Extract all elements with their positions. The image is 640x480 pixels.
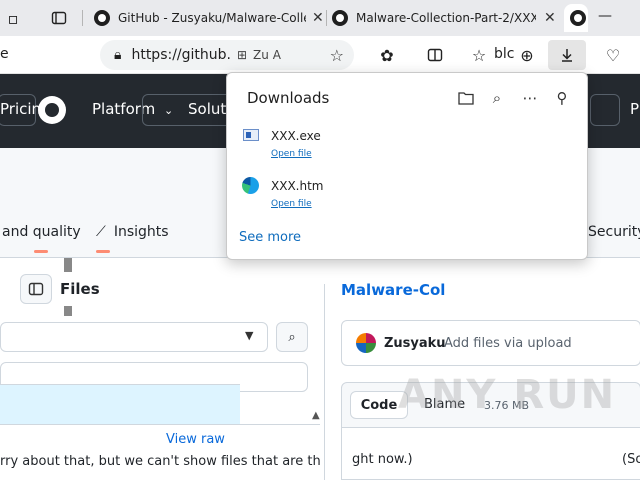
tab-actions-icon[interactable]: ▫ [2, 7, 24, 29]
repo-breadcrumb-link[interactable]: Malware-Col [341, 281, 445, 299]
right-pill [590, 94, 620, 126]
commit-message[interactable]: Add files via upload [444, 336, 572, 351]
more-options-icon[interactable]: ⋯ [519, 87, 541, 109]
open-folder-icon[interactable] [455, 87, 477, 109]
github-icon [94, 10, 110, 26]
see-more-link[interactable]: See more [239, 230, 301, 245]
tab-indicator [96, 250, 110, 253]
github-logo-icon[interactable] [38, 96, 66, 124]
files-title: Files [60, 280, 100, 298]
browser-essentials-icon[interactable]: ♡ [602, 44, 624, 66]
tab-indicator [34, 250, 48, 253]
github-icon [332, 10, 348, 26]
close-icon[interactable]: ✕ [544, 10, 556, 26]
tab-github-repo[interactable]: GitHub - Zusyaku/Malware-Collec ✕ [88, 4, 326, 32]
nav-right-fragment[interactable]: P [630, 100, 639, 118]
back-fragment: e [0, 46, 9, 62]
scroll-up-icon[interactable]: ▲ [312, 410, 320, 421]
scroll-marker [64, 306, 72, 316]
browser-window: ▫ GitHub - Zusyaku/Malware-Collec ✕ Malw… [0, 0, 640, 480]
profile-text: blc [494, 46, 515, 62]
collections-icon[interactable]: ⊕ [516, 44, 538, 66]
tab-strip: ▫ GitHub - Zusyaku/Malware-Collec ✕ Malw… [0, 0, 640, 36]
search-icon: ⌕ [288, 329, 296, 345]
favorite-star-icon[interactable]: ☆ [330, 46, 344, 65]
tab-active[interactable] [564, 4, 588, 32]
translate-text: Zu A [253, 48, 281, 62]
split-screen-icon[interactable] [424, 44, 446, 66]
file-content: ght now.) (So [341, 428, 640, 480]
download-item-name[interactable]: XXX.exe [271, 129, 321, 143]
tab-insights-label: Insights [113, 224, 169, 240]
view-raw-link[interactable]: View raw [166, 432, 225, 447]
notice-text-right: (So [622, 452, 640, 467]
tab-insights[interactable]: ⟋ Insights [96, 224, 169, 240]
tab-title: GitHub - Zusyaku/Malware-Collec [118, 11, 306, 25]
github-icon [570, 10, 586, 26]
watermark-text: ANY RUN [398, 372, 617, 418]
sidebar-icon [28, 282, 44, 296]
favorites-icon[interactable]: ☆ [468, 44, 490, 66]
notice-text: ght now.) [352, 452, 413, 467]
url-text: https://github. [131, 47, 231, 63]
tab-separator [82, 10, 83, 26]
read-aloud-icon[interactable]: ⊞ [237, 48, 247, 62]
tab-separator [326, 10, 327, 26]
address-bar[interactable]: 🔒︎ https://github. ⊞ Zu A ☆ [100, 40, 354, 70]
selected-file-row[interactable] [0, 384, 240, 424]
open-file-link[interactable]: Open file [271, 199, 312, 209]
edge-icon [242, 177, 259, 194]
watermark-logo: ANY RUN [398, 372, 616, 418]
tab-security[interactable]: Security [588, 224, 640, 240]
collapse-sidebar-button[interactable] [20, 274, 52, 304]
extensions-icon[interactable]: ✿ [376, 44, 398, 66]
lock-icon[interactable]: 🔒︎ [114, 47, 121, 63]
search-icon[interactable]: ⌕ [486, 87, 508, 109]
avatar[interactable] [356, 333, 376, 353]
open-file-link[interactable]: Open file [271, 149, 312, 159]
latest-commit-box: Zusyaku Add files via upload [341, 320, 640, 366]
commit-author[interactable]: Zusyaku [384, 336, 446, 351]
download-icon [562, 49, 572, 62]
scroll-marker [64, 258, 72, 272]
close-icon[interactable]: ✕ [312, 10, 324, 26]
minimize-button[interactable]: — [598, 8, 612, 24]
tab-title: Malware-Collection-Part-2/XXX at [356, 11, 536, 25]
browser-toolbar: e 🔒︎ https://github. ⊞ Zu A ☆ ✿ ☆ blc ⊕ … [0, 36, 640, 74]
downloads-flyout: Downloads ⌕ ⋯ ⚲ XXX.exe Open file XXX.ht… [226, 72, 588, 260]
tab-malware-folder[interactable]: Malware-Collection-Part-2/XXX at ✕ [328, 4, 560, 32]
pin-icon[interactable]: ⚲ [551, 87, 573, 109]
tab-overview-icon[interactable] [48, 7, 70, 29]
caret-down-icon: ▼ [245, 329, 254, 342]
downloads-button[interactable] [548, 40, 586, 70]
branch-select[interactable]: ▼ [0, 322, 268, 352]
divider [0, 424, 320, 425]
exe-file-icon [243, 129, 259, 141]
tab-code-quality[interactable]: and quality [2, 224, 81, 240]
nav-solutions[interactable]: Solut [188, 100, 226, 118]
downloads-title: Downloads [247, 89, 330, 107]
search-button[interactable]: ⌕ [276, 322, 308, 352]
pane-divider[interactable] [324, 284, 325, 480]
graph-icon: ⟋ [96, 224, 106, 240]
download-item-name[interactable]: XXX.htm [271, 179, 323, 193]
cannot-show-text: rry about that, but we can't show files … [0, 454, 320, 469]
